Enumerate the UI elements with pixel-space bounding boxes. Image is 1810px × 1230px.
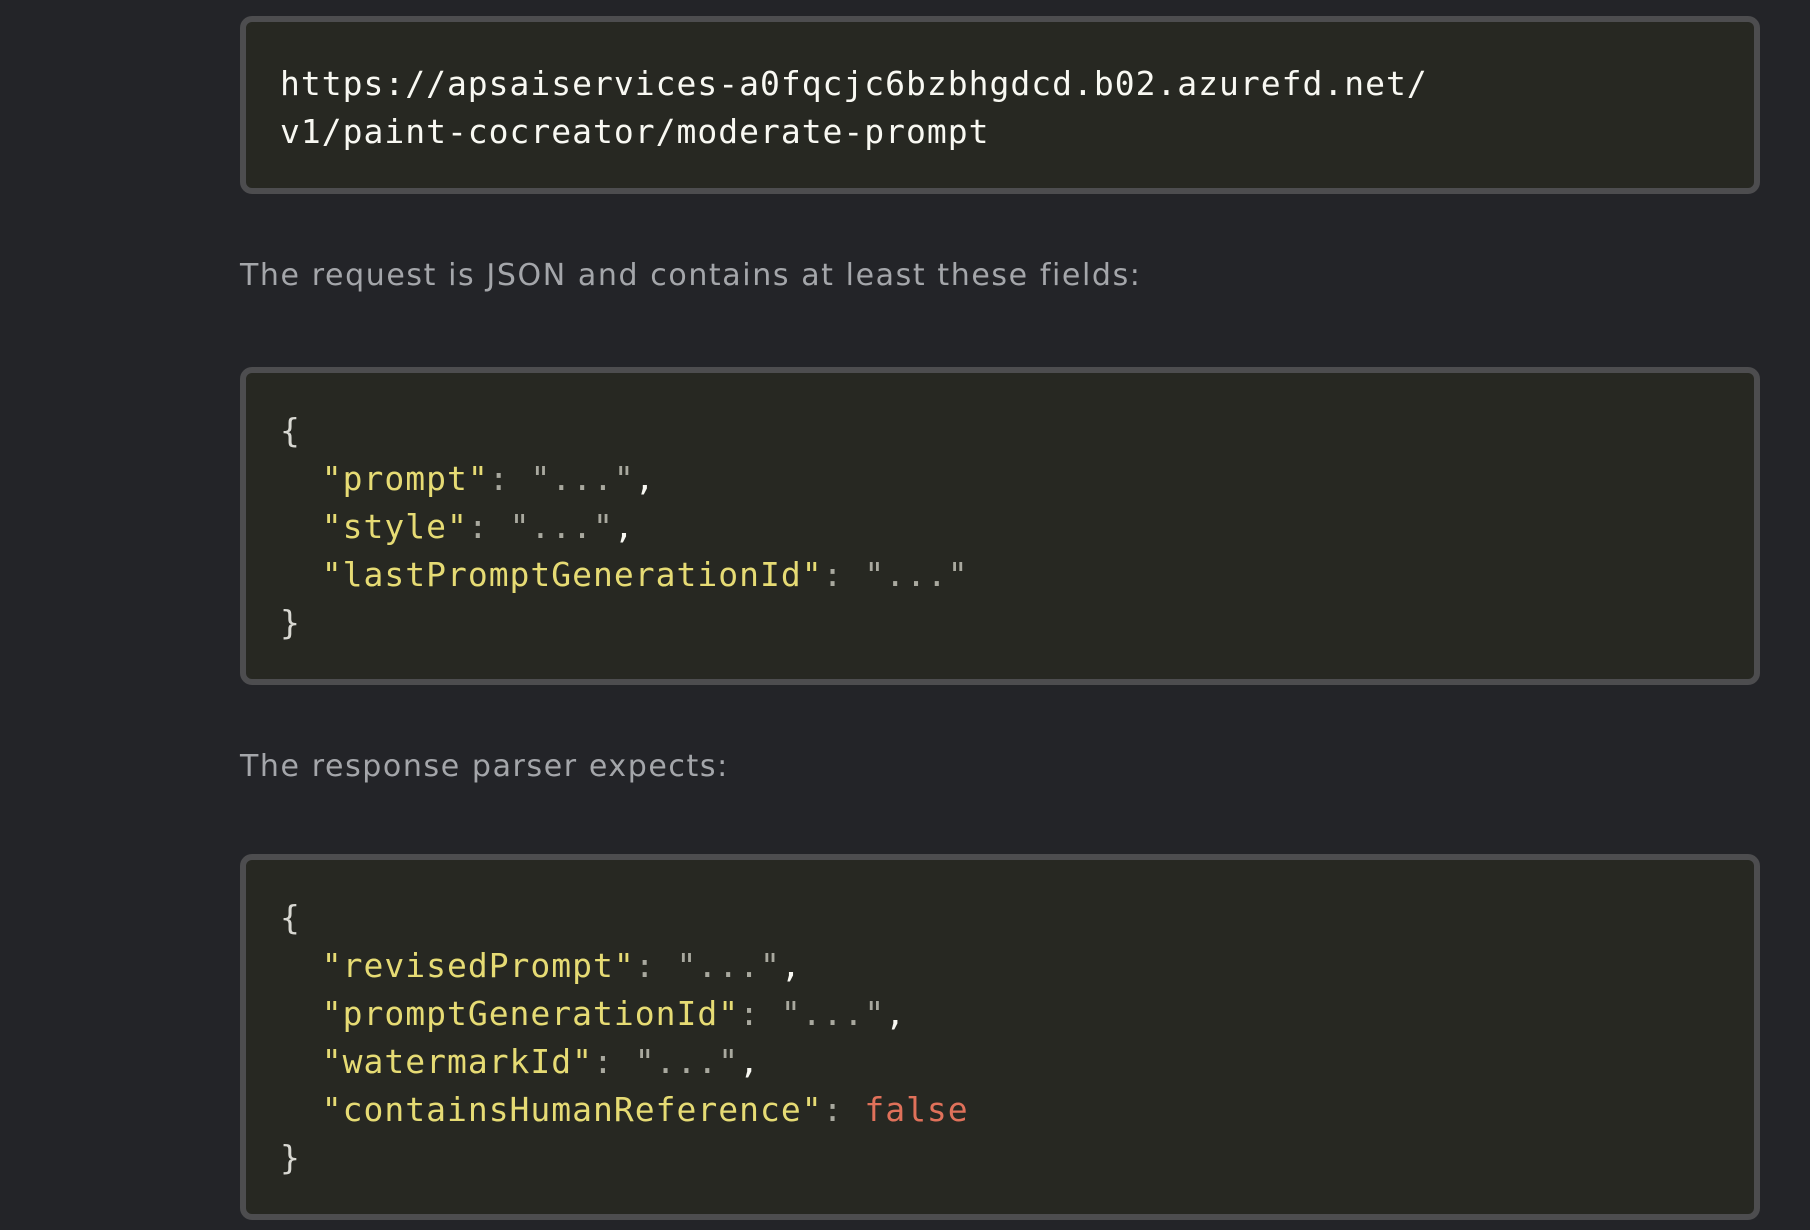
json-key: "promptGenerationId" [321, 994, 740, 1033]
request-open-brace: { [280, 411, 301, 450]
request-json-code-block: { "prompt": "...", "style": "...", "last… [240, 367, 1760, 685]
response-field-line: "watermarkId": "...", [280, 1038, 1720, 1086]
request-field-line: "lastPromptGenerationId": "..." [280, 551, 1720, 599]
request-field-line: "prompt": "...", [280, 455, 1720, 503]
json-string-value: "..." [864, 555, 969, 594]
response-field-line: "containsHumanReference": false [280, 1086, 1720, 1134]
json-key: "style" [321, 507, 468, 546]
json-separator: : [822, 1090, 865, 1129]
json-comma: , [885, 994, 907, 1033]
json-string-value: "..." [676, 946, 781, 985]
json-string-value: "..." [780, 994, 886, 1033]
json-key: "prompt" [321, 459, 489, 498]
json-comma: , [613, 507, 635, 546]
response-field-line: "promptGenerationId": "...", [280, 990, 1720, 1038]
json-key: "watermarkId" [321, 1042, 594, 1081]
json-separator: : [634, 946, 677, 985]
json-string-value: "..." [530, 459, 635, 498]
json-key: "revisedPrompt" [321, 946, 635, 985]
response-intro-text: The response parser expects: [240, 749, 729, 784]
endpoint-code-block: https://apsaiservices-a0fqcjc6bzbhgdcd.b… [240, 16, 1760, 194]
response-close-brace: } [280, 1138, 301, 1177]
json-key: "containsHumanReference" [321, 1090, 823, 1129]
json-separator: : [467, 507, 510, 546]
json-string-value: "..." [509, 507, 614, 546]
json-separator: : [739, 994, 781, 1033]
request-intro-text: The request is JSON and contains at leas… [240, 258, 1142, 293]
endpoint-url-line-1: https://apsaiservices-a0fqcjc6bzbhgdcd.b… [280, 64, 1428, 103]
endpoint-url-line-2: v1/paint-cocreator/moderate-prompt [280, 112, 990, 151]
response-open-brace: { [280, 898, 301, 937]
json-comma: , [634, 459, 656, 498]
json-separator: : [488, 459, 531, 498]
request-field-line: "style": "...", [280, 503, 1720, 551]
json-comma: , [780, 946, 802, 985]
json-string-value: "..." [634, 1042, 740, 1081]
document-content: https://apsaiservices-a0fqcjc6bzbhgdcd.b… [240, 16, 1760, 1220]
json-boolean-value: false [864, 1090, 969, 1129]
json-key: "lastPromptGenerationId" [321, 555, 823, 594]
json-separator: : [822, 555, 865, 594]
response-field-line: "revisedPrompt": "...", [280, 942, 1720, 990]
json-comma: , [739, 1042, 760, 1081]
json-separator: : [593, 1042, 635, 1081]
request-close-brace: } [280, 603, 301, 642]
response-json-code-block: { "revisedPrompt": "...", "promptGenerat… [240, 854, 1760, 1220]
